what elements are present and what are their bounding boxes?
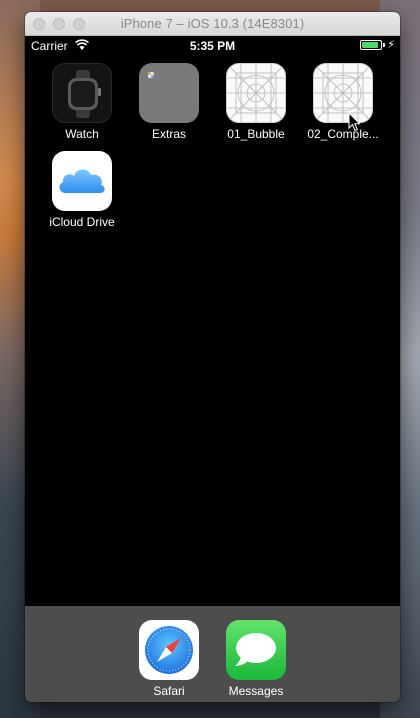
app-label: Watch xyxy=(65,127,99,141)
icloud-drive-icon xyxy=(52,151,112,211)
app-label: Safari xyxy=(153,684,185,698)
dock-app-safari[interactable]: Safari xyxy=(129,620,209,698)
window-titlebar[interactable]: iPhone 7 – iOS 10.3 (14E8301) xyxy=(25,12,400,36)
battery-icon xyxy=(360,40,382,50)
battery-level xyxy=(362,42,378,48)
simulator-window: iPhone 7 – iOS 10.3 (14E8301) Carrier 5:… xyxy=(25,12,400,702)
extras-folder-icon xyxy=(139,63,199,123)
app-label: 02_Comple... xyxy=(307,127,379,141)
watch-app-icon xyxy=(52,63,112,123)
app-icloud-drive[interactable]: iCloud Drive xyxy=(42,151,122,229)
app-label: iCloud Drive xyxy=(49,215,115,229)
charging-bolt-icon: ⚡︎ xyxy=(387,39,395,51)
dock: Safari Messages xyxy=(25,606,400,702)
safari-icon xyxy=(139,620,199,680)
app-label: 01_Bubble xyxy=(227,127,285,141)
status-time: 5:35 PM xyxy=(189,39,236,53)
status-bar: Carrier 5:35 PM ⚡︎ xyxy=(25,36,400,56)
folder-extras[interactable]: Extras xyxy=(129,63,209,141)
app-02-comple[interactable]: 02_Comple... xyxy=(303,63,383,141)
dock-app-messages[interactable]: Messages xyxy=(216,620,296,698)
app-label: Messages xyxy=(228,684,284,698)
app-label: Extras xyxy=(151,127,186,141)
mouse-pointer-icon xyxy=(348,112,361,132)
iphone-screen: Carrier 5:35 PM ⚡︎ Watch Extras 01_Bubbl… xyxy=(25,36,400,702)
messages-icon xyxy=(226,620,286,680)
app-01-bubble[interactable]: 01_Bubble xyxy=(216,63,296,141)
battery-nub xyxy=(383,43,385,47)
app-watch[interactable]: Watch xyxy=(42,63,122,141)
placeholder-grid-icon xyxy=(226,63,286,123)
placeholder-grid-icon xyxy=(313,63,373,123)
window-title: iPhone 7 – iOS 10.3 (14E8301) xyxy=(120,16,305,31)
